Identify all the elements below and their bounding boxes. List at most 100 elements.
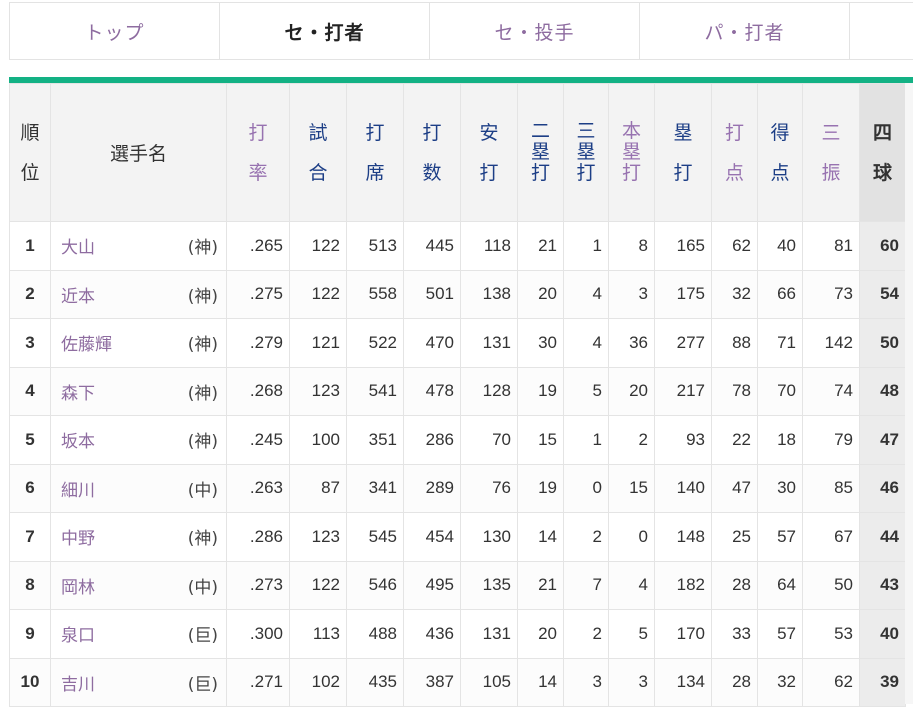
- col-header-games[interactable]: 試合: [289, 83, 347, 222]
- header-char: 打: [422, 121, 442, 144]
- col-header-name: 選手名: [50, 83, 227, 222]
- col-header-label: 試合: [290, 113, 346, 193]
- col-header-ab[interactable]: 打数: [403, 83, 461, 222]
- col-header-rbi[interactable]: 打点: [711, 83, 758, 222]
- cell-games: 122: [289, 560, 347, 610]
- table-row: 3 佐藤輝 (神) .279 121 522 470 131 30 4 36 277 88 71 142 50: [9, 318, 906, 368]
- cell-tb: 170: [654, 609, 712, 659]
- cell-rank: 6: [9, 463, 51, 513]
- player-name-link[interactable]: 近本: [61, 282, 95, 307]
- table-body: 1 大山 (神) .265 122 513 445 118 21 1 8 165 62 40 81 60 2 近本…: [9, 221, 906, 707]
- col-header-label: 三振: [803, 113, 859, 193]
- col-header-avg[interactable]: 打率: [226, 83, 290, 222]
- team-label: (巨): [187, 626, 218, 647]
- header-char: 塁: [576, 141, 596, 163]
- cell-player: 吉川 (巨): [50, 657, 227, 707]
- cell-rbi: 22: [711, 415, 758, 465]
- tab-central-batters[interactable]: セ・打者: [220, 3, 430, 59]
- team-label: (神): [187, 238, 218, 259]
- player-name-link[interactable]: 坂本: [61, 427, 95, 452]
- header-char: 打: [530, 162, 550, 184]
- col-header-so[interactable]: 三振: [802, 83, 860, 222]
- cell-ab: 289: [403, 463, 461, 513]
- cell-hr: 8: [608, 221, 655, 271]
- cell-hr: 15: [608, 463, 655, 513]
- tab-top[interactable]: トップ: [10, 3, 220, 59]
- cell-bb: 54: [859, 269, 906, 319]
- cell-bb: 47: [859, 415, 906, 465]
- player-wrap: 坂本 (神): [61, 427, 218, 452]
- cell-hits: 76: [460, 463, 518, 513]
- col-header-hr[interactable]: 本塁打: [608, 83, 655, 222]
- col-header-label: 四球: [860, 113, 905, 193]
- cell-hits: 138: [460, 269, 518, 319]
- cell-runs: 40: [757, 221, 803, 271]
- col-header-runs[interactable]: 得点: [757, 83, 803, 222]
- col-header-tb[interactable]: 塁打: [654, 83, 712, 222]
- cell-hits: 130: [460, 512, 518, 562]
- cell-doubles: 15: [517, 415, 564, 465]
- player-name-link[interactable]: 吉川: [61, 670, 95, 695]
- player-name-link[interactable]: 泉口: [61, 621, 95, 646]
- cell-avg: .273: [226, 560, 290, 610]
- cell-player: 大山 (神): [50, 221, 227, 271]
- tab-more[interactable]: [850, 3, 913, 59]
- player-name-link[interactable]: 細川: [61, 476, 95, 501]
- cell-tb: 175: [654, 269, 712, 319]
- cell-rank: 3: [9, 318, 51, 368]
- team-label: (中): [187, 577, 218, 598]
- player-name-link[interactable]: 中野: [61, 524, 95, 549]
- cell-rank: 10: [9, 657, 51, 707]
- header-char: 打: [621, 162, 641, 184]
- cell-rbi: 32: [711, 269, 758, 319]
- col-header-label: 安打: [461, 113, 517, 193]
- col-header-bb[interactable]: 四球: [859, 83, 906, 222]
- cell-rbi: 47: [711, 463, 758, 513]
- cell-triples: 5: [563, 366, 609, 416]
- cell-pa: 541: [346, 366, 404, 416]
- cell-rbi: 33: [711, 609, 758, 659]
- header-char: 打: [673, 161, 693, 184]
- col-header-triples[interactable]: 三塁打: [563, 83, 609, 222]
- cell-pa: 341: [346, 463, 404, 513]
- cell-player: 岡林 (中): [50, 560, 227, 610]
- player-name-link[interactable]: 岡林: [61, 573, 95, 598]
- cell-hits: 131: [460, 609, 518, 659]
- cell-bb: 43: [859, 560, 906, 610]
- cell-so: 62: [802, 657, 860, 707]
- cell-avg: .245: [226, 415, 290, 465]
- header-row: 順位選手名打率試合打席打数安打二塁打三塁打本塁打塁打打点得点三振四球: [9, 83, 906, 222]
- cell-so: 81: [802, 221, 860, 271]
- cell-doubles: 19: [517, 463, 564, 513]
- cell-tb: 182: [654, 560, 712, 610]
- player-name-link[interactable]: 森下: [61, 379, 95, 404]
- col-header-label: 打席: [347, 113, 403, 193]
- cell-doubles: 20: [517, 269, 564, 319]
- cell-hr: 20: [608, 366, 655, 416]
- player-name-link[interactable]: 大山: [61, 233, 95, 258]
- header-char: 塁: [530, 141, 550, 163]
- col-header-doubles[interactable]: 二塁打: [517, 83, 564, 222]
- cell-runs: 57: [757, 512, 803, 562]
- cell-runs: 70: [757, 366, 803, 416]
- col-header-label: 順位: [10, 113, 50, 193]
- player-name-link[interactable]: 佐藤輝: [61, 330, 112, 355]
- col-header-pa[interactable]: 打席: [346, 83, 404, 222]
- col-header-hits[interactable]: 安打: [460, 83, 518, 222]
- header-char: 本: [621, 120, 641, 142]
- tab-pacific-batters[interactable]: パ・打者: [640, 3, 850, 59]
- scroll-edge: [905, 83, 913, 704]
- cell-rank: 4: [9, 366, 51, 416]
- header-char: 合: [308, 161, 328, 184]
- cell-runs: 30: [757, 463, 803, 513]
- cell-rbi: 25: [711, 512, 758, 562]
- header-char: 二: [530, 120, 550, 142]
- cell-triples: 1: [563, 221, 609, 271]
- cell-tb: 165: [654, 221, 712, 271]
- cell-games: 121: [289, 318, 347, 368]
- cell-ab: 470: [403, 318, 461, 368]
- cell-hr: 3: [608, 269, 655, 319]
- cell-pa: 558: [346, 269, 404, 319]
- cell-tb: 217: [654, 366, 712, 416]
- tab-central-pitchers[interactable]: セ・投手: [430, 3, 640, 59]
